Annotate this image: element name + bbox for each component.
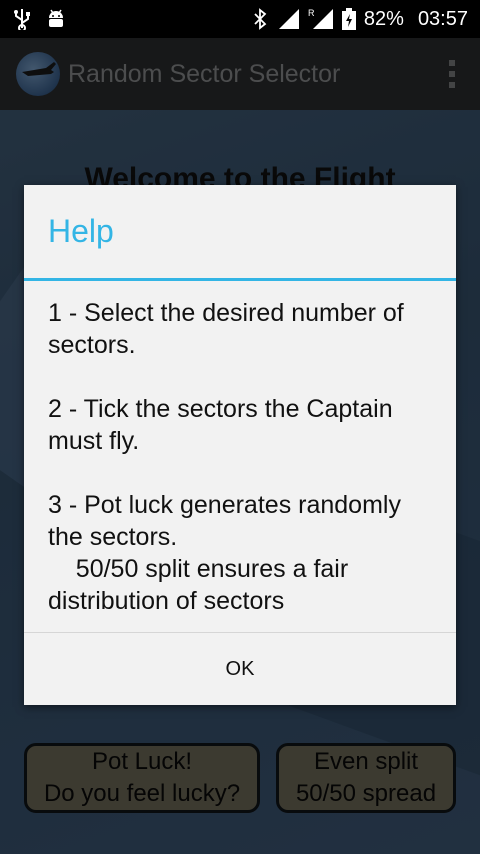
status-bar: R 82% 03:57 <box>0 0 480 38</box>
help-step-2: 2 - Tick the sectors the Captain must fl… <box>48 395 393 455</box>
ok-button[interactable]: OK <box>24 632 456 705</box>
help-step-3: 3 - Pot luck generates randomly the sect… <box>48 491 401 615</box>
battery-percent: 82% <box>363 7 404 30</box>
dialog-title: Help <box>24 185 456 281</box>
battery-charging-icon <box>341 8 356 30</box>
roaming-signal-icon: R <box>308 8 334 30</box>
usb-icon <box>12 8 32 32</box>
svg-text:R: R <box>308 8 315 18</box>
dialog-body: 1 - Select the desired number of sectors… <box>24 281 456 630</box>
signal-icon <box>278 8 300 30</box>
help-step-1: 1 - Select the desired number of sectors… <box>48 299 404 359</box>
bluetooth-icon <box>250 8 270 30</box>
clock: 03:57 <box>417 7 468 30</box>
help-dialog: Help 1 - Select the desired number of se… <box>24 185 456 705</box>
android-icon <box>46 8 66 30</box>
